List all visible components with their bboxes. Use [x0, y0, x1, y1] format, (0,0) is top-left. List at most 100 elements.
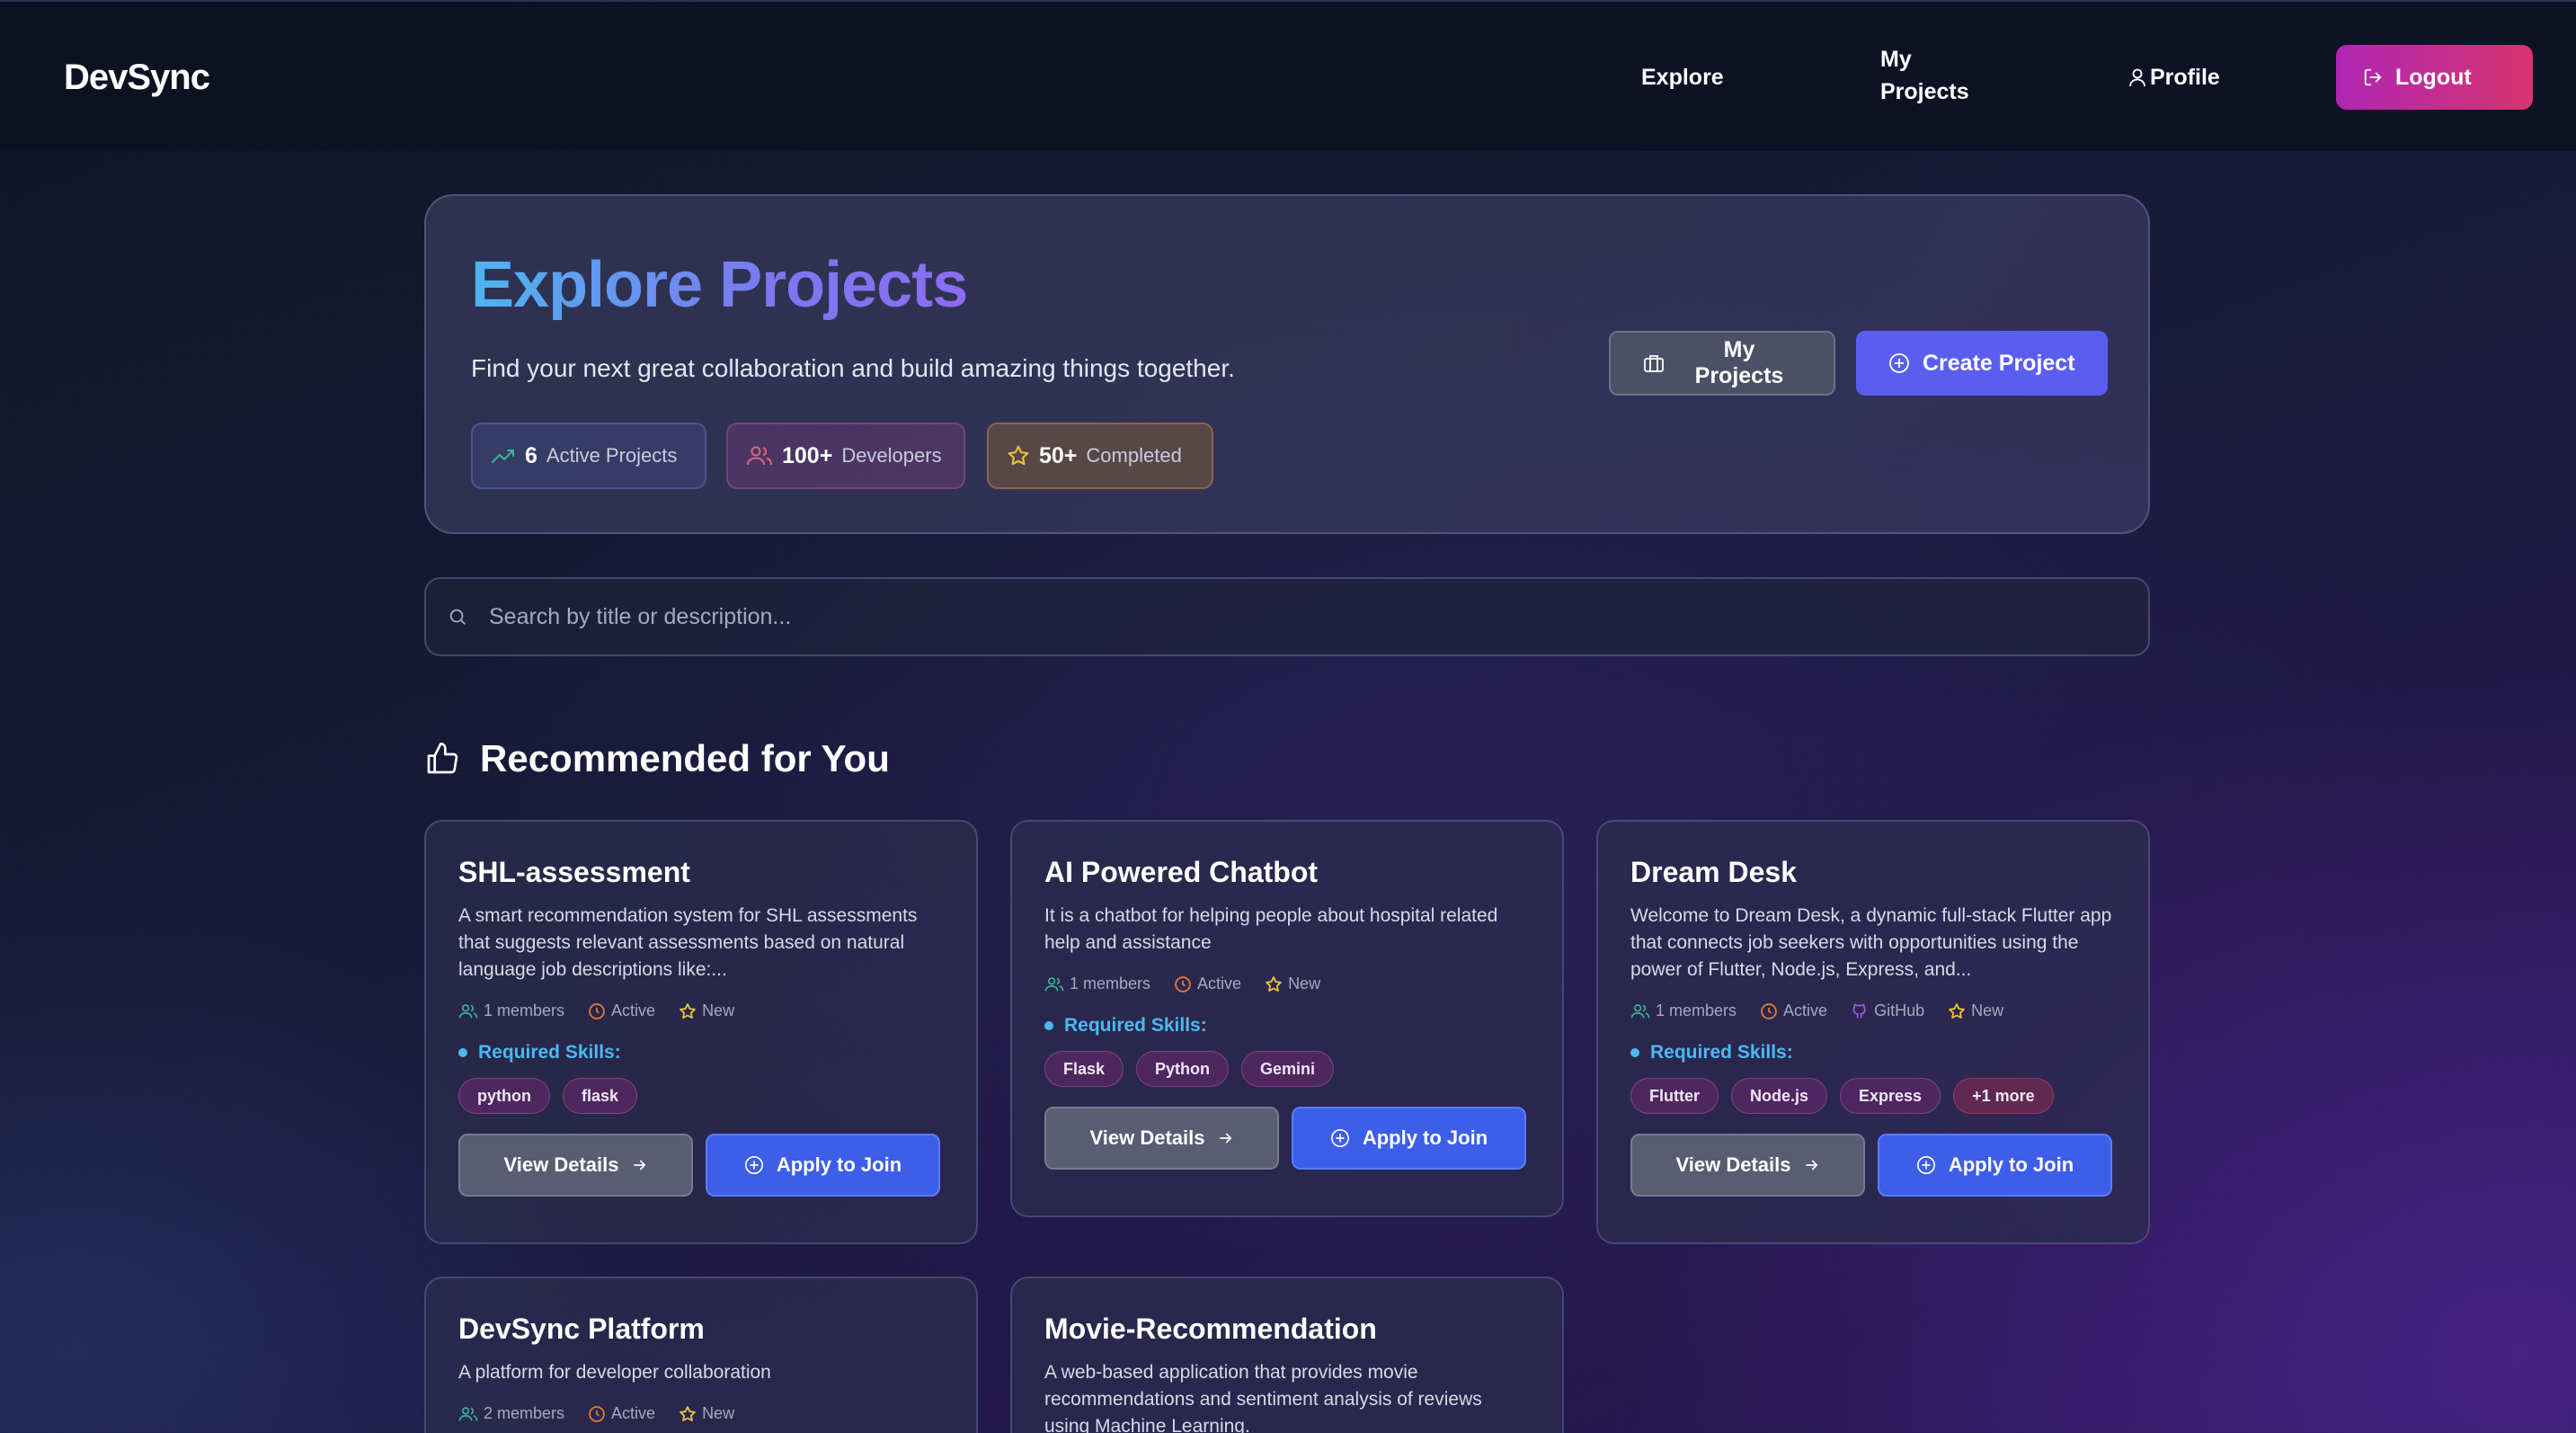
- briefcase-icon: [1643, 353, 1665, 373]
- my-projects-button[interactable]: My Projects: [1609, 331, 1835, 396]
- skills-label: Required Skills:: [1650, 1042, 1793, 1063]
- project-card: Dream Desk Welcome to Dream Desk, a dyna…: [1596, 820, 2150, 1244]
- view-details-button[interactable]: View Details: [1630, 1134, 1865, 1197]
- clock-icon: [588, 1405, 606, 1423]
- nav-profile[interactable]: Profile: [2128, 61, 2220, 93]
- github-label: GitHub: [1874, 1001, 1925, 1019]
- github-link[interactable]: GitHub: [1851, 1001, 1924, 1020]
- my-projects-label: My Projects: [1694, 337, 1784, 388]
- apply-to-join-button[interactable]: Apply to Join: [1292, 1107, 1526, 1170]
- arrow-right-icon: [1804, 1157, 1820, 1173]
- users-icon: [746, 445, 773, 467]
- search-bar: [424, 577, 2150, 656]
- plus-circle-icon: [1888, 352, 1910, 374]
- nav-profile-label: Profile: [2150, 65, 2220, 90]
- view-details-button[interactable]: View Details: [458, 1134, 693, 1197]
- plus-circle-icon: [1330, 1128, 1350, 1148]
- status: Active: [1174, 975, 1241, 993]
- thumbs-up-icon: [424, 740, 460, 778]
- project-title[interactable]: SHL-assessment: [458, 854, 944, 890]
- skill-chip: Express: [1840, 1078, 1941, 1114]
- arrow-right-icon: [1218, 1130, 1234, 1146]
- bullet-dot: [1044, 1021, 1053, 1030]
- view-details-label: View Details: [1675, 1153, 1791, 1176]
- apply-label: Apply to Join: [776, 1153, 902, 1176]
- project-meta: 1 members Active New: [458, 1001, 944, 1020]
- hero-panel: Explore Projects Find your next great co…: [424, 194, 2150, 534]
- search-icon: [448, 607, 467, 627]
- members-label: 1 members: [484, 1001, 565, 1019]
- stat-number: 50+: [1039, 442, 1078, 468]
- badge-label: New: [1288, 975, 1321, 992]
- apply-to-join-button[interactable]: Apply to Join: [1878, 1134, 2112, 1197]
- project-card: AI Powered Chatbot It is a chatbot for h…: [1010, 820, 1564, 1217]
- project-title[interactable]: AI Powered Chatbot: [1044, 854, 1530, 890]
- star-icon: [679, 1002, 697, 1020]
- new-badge: New: [679, 1404, 734, 1423]
- badge-label: New: [1971, 1001, 2004, 1019]
- status-label: Active: [611, 1404, 656, 1422]
- skill-chip: Flask: [1044, 1051, 1124, 1087]
- view-details-label: View Details: [503, 1153, 619, 1176]
- nav-explore[interactable]: Explore: [1641, 61, 1724, 93]
- members-label: 1 members: [1070, 975, 1151, 992]
- project-card: Movie-Recommendation A web-based applica…: [1010, 1277, 1564, 1433]
- skill-chip: Python: [1136, 1051, 1230, 1087]
- project-description: A smart recommendation system for SHL as…: [458, 905, 918, 980]
- user-icon: [2128, 67, 2146, 87]
- project-card: SHL-assessment A smart recommendation sy…: [424, 820, 978, 1244]
- card-actions: View Details Apply to Join: [1044, 1107, 1530, 1170]
- project-meta: 1 members Active New: [1044, 975, 1530, 993]
- skill-chip: Flutter: [1630, 1078, 1719, 1114]
- skill-chip: python: [458, 1078, 550, 1114]
- card-actions: View Details Apply to Join: [458, 1134, 944, 1197]
- page-title: Explore Projects: [471, 249, 968, 321]
- github-icon: [1851, 1002, 1869, 1020]
- create-project-button[interactable]: Create Project: [1856, 331, 2108, 396]
- clock-icon: [588, 1002, 606, 1020]
- nav-my-projects[interactable]: My Projects: [1880, 43, 1988, 108]
- stat-label: Completed: [1086, 444, 1182, 467]
- star-icon: [1007, 444, 1030, 467]
- skill-chips: Flutter Node.js Express +1 more: [1630, 1078, 2116, 1114]
- brand-logo[interactable]: DevSync: [64, 58, 210, 98]
- plus-circle-icon: [744, 1155, 764, 1175]
- members-count: 1 members: [458, 1001, 564, 1020]
- required-skills-heading: Required Skills:: [458, 1042, 944, 1064]
- new-badge: New: [1265, 975, 1320, 993]
- skill-chips: python flask: [458, 1078, 944, 1114]
- skill-chip: flask: [563, 1078, 638, 1114]
- skills-label: Required Skills:: [478, 1042, 621, 1063]
- users-icon: [458, 1406, 478, 1422]
- apply-label: Apply to Join: [1362, 1126, 1488, 1149]
- section-heading: Recommended for You: [424, 737, 890, 780]
- project-title[interactable]: Dream Desk: [1630, 854, 2116, 890]
- project-title[interactable]: Movie-Recommendation: [1044, 1311, 1530, 1347]
- stat-number: 6: [525, 442, 537, 468]
- badge-label: New: [702, 1404, 735, 1422]
- stat-completed: 50+ Completed: [987, 423, 1213, 489]
- clock-icon: [1174, 975, 1192, 993]
- members-label: 1 members: [1656, 1001, 1737, 1019]
- new-badge: New: [679, 1001, 734, 1020]
- view-details-button[interactable]: View Details: [1044, 1107, 1279, 1170]
- stat-label: Developers: [841, 444, 942, 467]
- more-skills-chip[interactable]: +1 more: [1953, 1078, 2054, 1114]
- users-icon: [458, 1003, 478, 1019]
- apply-to-join-button[interactable]: Apply to Join: [706, 1134, 940, 1197]
- logout-button[interactable]: Logout: [2336, 45, 2533, 110]
- navbar: DevSync Explore My Projects Profile Logo…: [0, 0, 2576, 151]
- members-label: 2 members: [484, 1404, 565, 1422]
- stat-active-projects: 6 Active Projects: [471, 423, 706, 489]
- section-title: Recommended for You: [480, 737, 890, 779]
- members-count: 1 members: [1630, 1001, 1737, 1020]
- search-input[interactable]: [489, 603, 2107, 630]
- users-icon: [1044, 976, 1064, 992]
- bullet-dot: [1630, 1048, 1639, 1057]
- project-title[interactable]: DevSync Platform: [458, 1311, 944, 1347]
- status-label: Active: [1783, 1001, 1828, 1019]
- project-card: DevSync Platform A platform for develope…: [424, 1277, 978, 1433]
- stat-developers: 100+ Developers: [726, 423, 965, 489]
- project-meta: 1 members Active GitHub New: [1630, 1001, 2116, 1020]
- clock-icon: [1760, 1002, 1778, 1020]
